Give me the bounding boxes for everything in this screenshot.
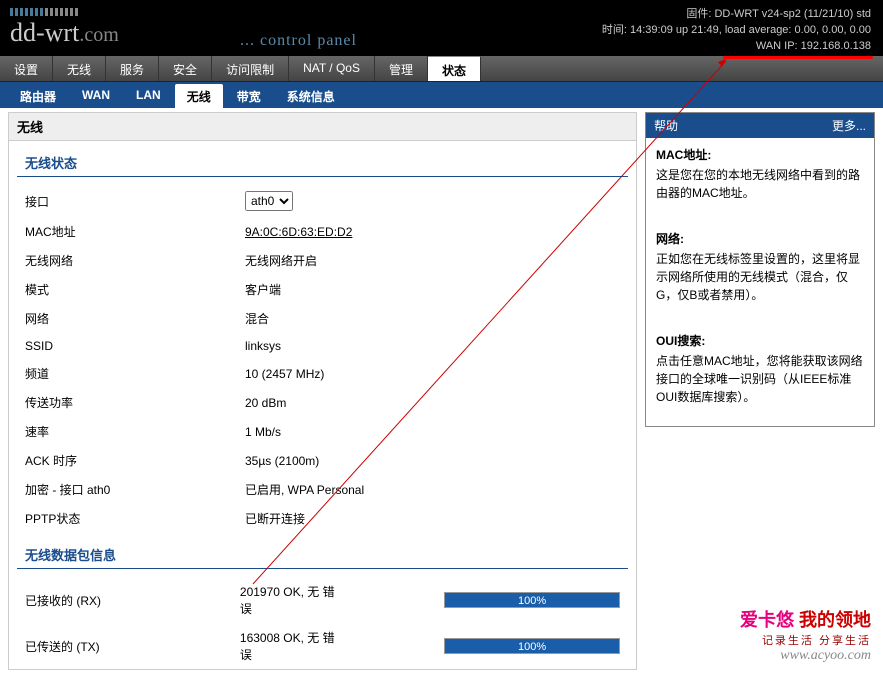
wan-label: WAN IP: 192.168.0.138 <box>602 38 871 54</box>
help-panel: 帮助 更多... MAC地址: 这是您在您的本地无线网络中看到的路由器的MAC地址… <box>645 112 875 670</box>
status-value: 1 Mb/s <box>245 425 281 439</box>
sub-tab-0[interactable]: 路由器 <box>8 84 68 108</box>
status-row: 频道10 (2457 MHz) <box>9 359 636 388</box>
status-value: 20 dBm <box>245 396 286 410</box>
logo-dots <box>10 8 119 16</box>
status-label: ACK 时序 <box>25 452 245 469</box>
main-tab-4[interactable]: 访问限制 <box>212 56 289 81</box>
header: dd-wrt.com ... control panel 固件: DD-WRT … <box>0 0 883 56</box>
time-label: 时间: 14:39:09 up 21:49, load average: 0.0… <box>602 22 871 38</box>
status-label: 网络 <box>25 310 245 327</box>
status-value: linksys <box>245 339 281 353</box>
packet-row: 已接收的 (RX)201970 OK, 无 错误100% <box>9 577 636 623</box>
status-label: SSID <box>25 339 245 353</box>
help-term: MAC地址: <box>656 146 864 164</box>
main-tab-3[interactable]: 安全 <box>159 56 212 81</box>
sub-tab-5[interactable]: 系统信息 <box>275 84 347 108</box>
status-value: 10 (2457 MHz) <box>245 367 324 381</box>
status-row: PPTP状态已断开连接 <box>9 504 636 533</box>
status-row: 无线网络无线网络开启 <box>9 246 636 275</box>
progress-bar: 100% <box>444 592 620 608</box>
status-label: 传送功率 <box>25 394 245 411</box>
firmware-label: 固件: DD-WRT v24-sp2 (11/21/10) std <box>602 6 871 22</box>
progress-fill: 100% <box>445 593 619 607</box>
interface-select[interactable]: ath0 <box>245 191 293 211</box>
main-tab-2[interactable]: 服务 <box>106 56 159 81</box>
status-value: ath0 <box>245 191 293 211</box>
status-label: MAC地址 <box>25 223 245 240</box>
status-value: 已启用, WPA Personal <box>245 481 364 498</box>
help-item: MAC地址: 这是您在您的本地无线网络中看到的路由器的MAC地址。 <box>646 138 874 222</box>
status-label: 模式 <box>25 281 245 298</box>
logo: dd-wrt.com <box>10 8 119 48</box>
status-label: 接口 <box>25 193 245 210</box>
packet-label: 已传送的 (TX) <box>25 638 240 655</box>
annotation-underline <box>723 56 873 59</box>
status-value: 客户端 <box>245 281 281 298</box>
status-row: SSIDlinksys <box>9 333 636 359</box>
packet-label: 已接收的 (RX) <box>25 592 240 609</box>
status-row: 模式客户端 <box>9 275 636 304</box>
help-item: 网络: 正如您在无线标签里设置的，这里将显示网络所使用的无线模式（混合，仅G，仅B… <box>646 222 874 324</box>
packet-value: 163008 OK, 无 错误 <box>240 629 344 663</box>
help-desc: 点击任意MAC地址，您将能获取该网络接口的全球唯一识别码（从IEEE标准OUI数… <box>656 352 864 406</box>
help-term: 网络: <box>656 230 864 248</box>
mac-link[interactable]: 9A:0C:6D:63:ED:D2 <box>245 225 352 239</box>
header-info: 固件: DD-WRT v24-sp2 (11/21/10) std 时间: 14… <box>602 6 871 54</box>
main-tab-1[interactable]: 无线 <box>53 56 106 81</box>
logo-text: dd-wrt <box>10 18 79 47</box>
watermark: 爱卡悠 我的领地 记录生活 分享生活 www.acyoo.com <box>740 606 871 664</box>
status-label: 频道 <box>25 365 245 382</box>
status-label: 加密 - 接口 ath0 <box>25 481 245 498</box>
main-tabs: 设置无线服务安全访问限制NAT / QoS管理状态 <box>0 56 883 82</box>
status-row: ACK 时序35µs (2100m) <box>9 446 636 475</box>
main-tab-6[interactable]: 管理 <box>375 56 428 81</box>
main-tab-5[interactable]: NAT / QoS <box>289 56 375 81</box>
main-tab-7[interactable]: 状态 <box>428 56 481 81</box>
progress-fill: 100% <box>445 639 619 653</box>
status-value: 已断开连接 <box>245 510 305 527</box>
main-tab-0[interactable]: 设置 <box>0 56 53 81</box>
status-label: PPTP状态 <box>25 510 245 527</box>
help-item: OUI搜索: 点击任意MAC地址，您将能获取该网络接口的全球唯一识别码（从IEEE… <box>646 324 874 426</box>
sub-tabs: 路由器WANLAN无线带宽系统信息 <box>0 82 883 108</box>
status-value: 混合 <box>245 310 269 327</box>
help-term: OUI搜索: <box>656 332 864 350</box>
status-section-title: 无线状态 <box>17 145 628 177</box>
status-row: MAC地址9A:0C:6D:63:ED:D2 <box>9 217 636 246</box>
status-value: 无线网络开启 <box>245 252 317 269</box>
status-label: 速率 <box>25 423 245 440</box>
packet-row: 已传送的 (TX)163008 OK, 无 错误 100% <box>9 623 636 669</box>
status-row: 接口ath0 <box>9 185 636 217</box>
status-value: 35µs (2100m) <box>245 454 319 468</box>
subtitle: ... control panel <box>240 32 357 50</box>
sub-tab-3[interactable]: 无线 <box>175 84 223 108</box>
status-row: 加密 - 接口 ath0已启用, WPA Personal <box>9 475 636 504</box>
help-desc: 这是您在您的本地无线网络中看到的路由器的MAC地址。 <box>656 166 864 202</box>
sub-tab-1[interactable]: WAN <box>70 84 122 108</box>
status-row: 传送功率20 dBm <box>9 388 636 417</box>
panel-title: 无线 <box>9 113 636 141</box>
help-more-link[interactable]: 更多... <box>832 117 866 134</box>
status-row: 速率1 Mb/s <box>9 417 636 446</box>
help-title: 帮助 <box>654 117 678 134</box>
progress-bar: 100% <box>444 638 620 654</box>
status-value: 9A:0C:6D:63:ED:D2 <box>245 225 352 239</box>
help-desc: 正如您在无线标签里设置的，这里将显示网络所使用的无线模式（混合，仅G，仅B或者禁… <box>656 250 864 304</box>
logo-suffix: .com <box>79 24 118 46</box>
status-label: 无线网络 <box>25 252 245 269</box>
sub-tab-4[interactable]: 带宽 <box>225 84 273 108</box>
main-panel: 无线 无线状态 接口ath0MAC地址9A:0C:6D:63:ED:D2无线网络… <box>8 112 637 670</box>
sub-tab-2[interactable]: LAN <box>124 84 173 108</box>
packet-section-title: 无线数据包信息 <box>17 537 628 569</box>
status-row: 网络混合 <box>9 304 636 333</box>
